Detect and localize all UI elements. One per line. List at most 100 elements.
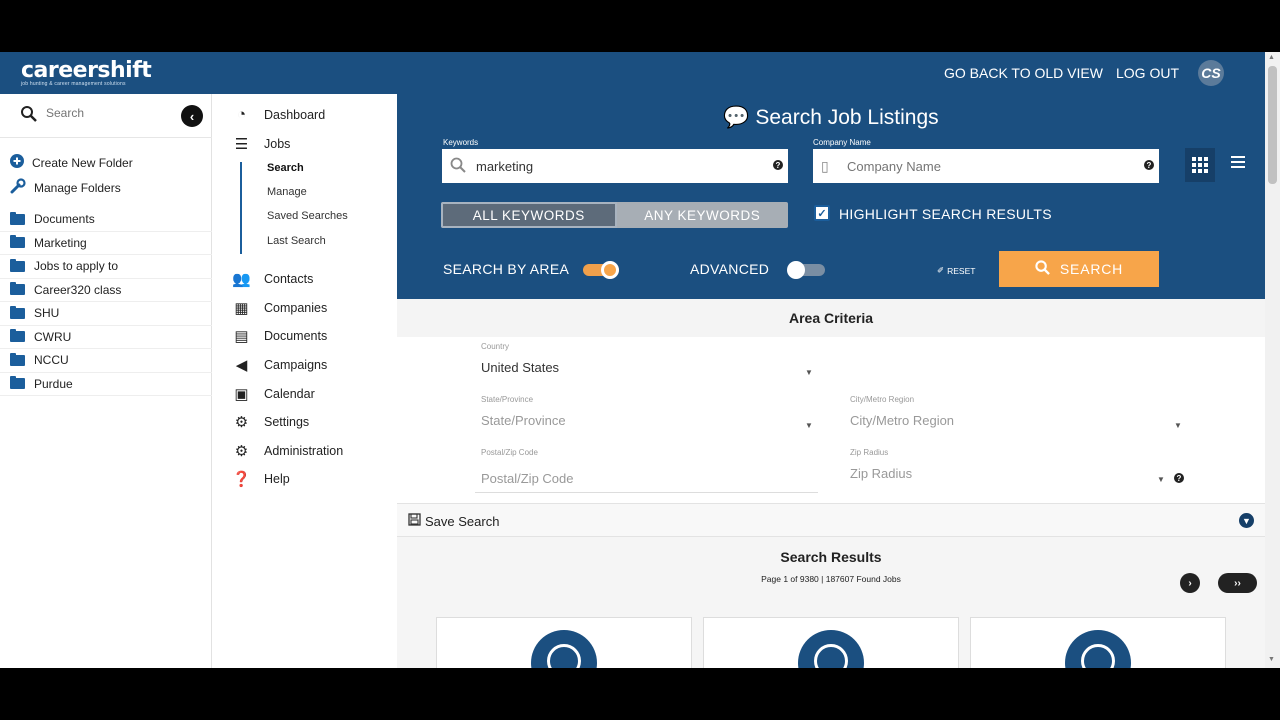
city-select[interactable]: City/Metro Region <box>850 413 954 428</box>
company-logo-icon <box>531 630 597 668</box>
nav-jobs[interactable]: ☰ Jobs <box>232 135 291 153</box>
folder-item[interactable]: SHU <box>0 302 212 326</box>
folder-icon <box>10 235 25 249</box>
highlight-label: HIGHLIGHT SEARCH RESULTS <box>839 206 1052 222</box>
folder-item[interactable]: Documents <box>0 208 212 232</box>
main-nav: ◔ Dashboard ☰ Jobs Search Manage Saved S… <box>212 94 397 668</box>
manage-folders-button[interactable]: Manage Folders <box>10 178 121 197</box>
page-title-text: Search Job Listings <box>755 106 939 129</box>
old-view-link[interactable]: GO BACK TO OLD VIEW <box>944 65 1103 81</box>
nav-contacts-label: Contacts <box>264 272 314 286</box>
nav-documents-label: Documents <box>264 329 328 343</box>
nav-jobs-label: Jobs <box>264 137 291 151</box>
folder-label: Marketing <box>34 235 87 250</box>
folder-item[interactable]: Career320 class <box>0 279 212 302</box>
nav-contacts[interactable]: 👥 Contacts <box>232 270 313 288</box>
nav-calendar-label: Calendar <box>264 387 315 401</box>
folder-panel: ‹ Create New Folder Manage Folders Docum… <box>0 94 212 668</box>
company-input[interactable] <box>847 158 1137 174</box>
toggle-knob <box>601 261 619 279</box>
nav-campaigns[interactable]: ◀ Campaigns <box>232 356 328 374</box>
area-criteria-title: Area Criteria <box>397 299 1265 337</box>
job-card[interactable] <box>703 617 959 668</box>
page-scrollbar[interactable]: ▲ ▼ <box>1265 52 1280 668</box>
avatar[interactable]: CS <box>1198 60 1224 86</box>
highlight-checkbox[interactable]: ✓ <box>814 205 830 221</box>
jobs-icon: ☰ <box>234 136 249 153</box>
job-card[interactable] <box>970 617 1226 668</box>
keywords-help-icon[interactable]: ? <box>773 160 783 170</box>
subnav-search[interactable]: Search <box>267 162 304 174</box>
nav-calendar[interactable]: ▣ Calendar <box>232 385 315 403</box>
scrollbar-thumb[interactable] <box>1268 66 1277 184</box>
nav-administration[interactable]: ⚙ Administration <box>232 442 343 460</box>
eraser-icon: ✐ <box>937 265 945 275</box>
folder-item[interactable]: Purdue <box>0 373 212 396</box>
contacts-icon: 👥 <box>232 271 251 288</box>
scroll-up-icon[interactable]: ▲ <box>1268 54 1275 61</box>
folder-item[interactable]: CWRU <box>0 326 212 349</box>
reset-label: RESET <box>947 265 976 276</box>
keywords-label: Keywords <box>443 138 479 147</box>
folder-search: ‹ <box>0 94 212 138</box>
results-title: Search Results <box>780 549 882 565</box>
company-help-icon[interactable]: ? <box>1144 160 1154 170</box>
results-count: Page 1 of 9380 | 187607 Found Jobs <box>761 574 901 584</box>
collapse-panel-icon[interactable]: ‹ <box>181 105 203 127</box>
search-by-area-toggle[interactable] <box>583 261 619 279</box>
folder-label: Jobs to apply to <box>34 259 119 274</box>
any-keywords-button[interactable]: ANY KEYWORDS <box>616 202 788 228</box>
radius-select[interactable]: Zip Radius <box>850 466 912 481</box>
wrench-icon <box>10 178 26 197</box>
building-icon: ▦ <box>234 300 249 317</box>
list-view-icon[interactable] <box>1229 154 1249 174</box>
chevron-down-icon[interactable]: ▼ <box>1239 513 1254 528</box>
search-button-label: SEARCH <box>1059 261 1124 277</box>
nav-help-label: Help <box>264 472 290 486</box>
folder-item[interactable]: Jobs to apply to <box>0 255 212 279</box>
top-bar: careershift job hunting & career managem… <box>0 52 1280 94</box>
advanced-toggle[interactable] <box>787 261 825 279</box>
next-page-icon[interactable]: › <box>1180 573 1200 593</box>
reset-button[interactable]: ✐ RESET <box>937 265 975 276</box>
nav-dashboard[interactable]: ◔ Dashboard <box>232 106 325 123</box>
postal-input[interactable]: Postal/Zip Code <box>481 471 574 486</box>
nav-campaigns-label: Campaigns <box>264 358 328 372</box>
folder-item[interactable]: Marketing <box>0 232 212 255</box>
save-search-bar[interactable]: Save Search ▼ <box>397 503 1265 537</box>
subnav-last-search[interactable]: Last Search <box>267 235 326 247</box>
state-select[interactable]: State/Province <box>481 413 566 428</box>
country-select[interactable]: United States <box>481 360 559 375</box>
job-card[interactable] <box>436 617 692 668</box>
nav-companies[interactable]: ▦ Companies <box>232 299 327 317</box>
company-label: Company Name <box>813 138 871 147</box>
search-button[interactable]: SEARCH <box>999 251 1159 287</box>
nav-settings[interactable]: ⚙ Settings <box>232 413 309 431</box>
scroll-down-icon[interactable]: ▼ <box>1268 656 1275 663</box>
area-criteria: Area Criteria Country United States ▼ St… <box>397 299 1265 503</box>
logo[interactable]: careershift job hunting & career managem… <box>21 58 152 87</box>
logout-link[interactable]: LOG OUT <box>1116 65 1179 81</box>
nav-help[interactable]: ❓ Help <box>232 470 290 488</box>
nav-dashboard-label: Dashboard <box>264 107 326 122</box>
all-keywords-button[interactable]: ALL KEYWORDS <box>441 202 617 228</box>
subnav-manage[interactable]: Manage <box>267 186 307 198</box>
grid-view-icon[interactable] <box>1185 148 1215 182</box>
save-search-button[interactable]: Save Search <box>408 513 499 529</box>
company-field[interactable]: ▯ ? <box>813 149 1159 183</box>
folder-icon <box>10 305 25 319</box>
app-window: careershift job hunting & career managem… <box>0 52 1280 668</box>
search-icon <box>450 157 468 176</box>
keywords-field[interactable]: ? <box>442 149 788 183</box>
keywords-input[interactable] <box>476 158 766 174</box>
folder-search-input[interactable] <box>46 106 166 120</box>
subnav-saved-searches[interactable]: Saved Searches <box>267 210 348 222</box>
create-folder-button[interactable]: Create New Folder <box>10 154 133 171</box>
last-page-icon[interactable]: ›› <box>1218 573 1257 593</box>
state-label: State/Province <box>481 395 534 404</box>
folder-item[interactable]: NCCU <box>0 349 212 373</box>
city-label: City/Metro Region <box>850 395 915 404</box>
radius-help-icon[interactable]: ? <box>1174 473 1184 483</box>
nav-documents[interactable]: ▤ Documents <box>232 327 327 345</box>
gear-icon: ⚙ <box>234 414 249 431</box>
